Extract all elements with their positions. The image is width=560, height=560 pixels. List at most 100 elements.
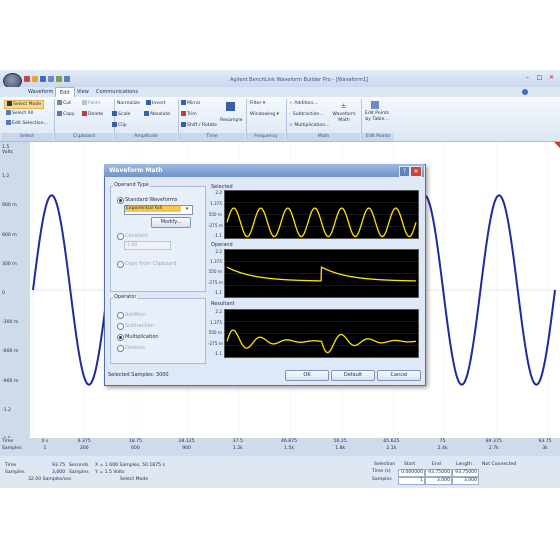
- group-label-math: Math: [287, 133, 360, 141]
- edit-points-button[interactable]: Edit Points by Table...: [363, 111, 391, 123]
- operand-tick-4: -1.1: [213, 290, 222, 295]
- x-sample-tick-label: 600: [131, 446, 140, 451]
- cancel-button[interactable]: Cancel: [377, 370, 421, 381]
- dialog-help-icon[interactable]: ?: [399, 166, 410, 177]
- x-time-tick-label: 28.125: [178, 439, 195, 444]
- multiplication-radio[interactable]: [117, 334, 124, 341]
- constant-input[interactable]: 1.00: [124, 241, 171, 250]
- status-samples-value: 3,000: [52, 470, 66, 475]
- x-time-tick-label: 37.5: [232, 439, 243, 444]
- mirror-icon: [181, 100, 186, 105]
- filter-button[interactable]: Filter ▾: [250, 100, 265, 107]
- absolute-button[interactable]: Absolute: [144, 111, 170, 118]
- cut-button[interactable]: Cut: [57, 100, 71, 107]
- edit-selection-button[interactable]: Edit Selection...: [6, 120, 48, 127]
- selection-time-start[interactable]: 0.000000: [398, 469, 425, 477]
- clip-icon: [112, 122, 117, 127]
- edit-points-icon[interactable]: [371, 101, 379, 109]
- scale-button[interactable]: Scale: [112, 111, 130, 118]
- normalize-button[interactable]: Normalize: [117, 100, 140, 107]
- selected-tick-2: 550 m: [208, 212, 222, 217]
- delete-button[interactable]: Delete: [82, 111, 103, 118]
- minimize-icon[interactable]: –: [522, 74, 533, 82]
- copy-button[interactable]: Copy: [57, 111, 75, 118]
- help-icon[interactable]: [522, 89, 528, 95]
- selection-samples-end[interactable]: 3,000: [425, 477, 452, 485]
- tab-communications[interactable]: Communications: [92, 87, 142, 97]
- paste-button[interactable]: Paste: [82, 100, 100, 107]
- standard-waveform-value: Exponential Fall: [125, 206, 181, 212]
- trim-button[interactable]: Trim: [181, 111, 197, 118]
- modify-button[interactable]: Modify...: [151, 217, 191, 228]
- selection-header-start: Start: [404, 462, 416, 467]
- addition-label: Addition: [125, 312, 146, 318]
- x-sample-tick-label: 900: [182, 446, 191, 451]
- constant-radio[interactable]: [117, 233, 124, 240]
- window-title: Agilent BenchLink Waveform Builder Pro -…: [230, 77, 369, 83]
- maximize-icon[interactable]: □: [534, 74, 545, 82]
- mirror-button[interactable]: Mirror: [181, 100, 201, 107]
- group-label-select: Select: [1, 133, 53, 141]
- addition-button[interactable]: + Addition...: [289, 100, 318, 107]
- open-icon[interactable]: [32, 76, 38, 82]
- selection-samples-length[interactable]: 3,000: [452, 477, 479, 485]
- x-time-tick-label: 84.375: [485, 439, 502, 444]
- default-button[interactable]: Default: [331, 370, 375, 381]
- resample-button[interactable]: Resample: [220, 117, 243, 124]
- copy-from-clipboard-radio[interactable]: [117, 261, 124, 268]
- selected-samples-text: Selected Samples: 3000: [108, 372, 169, 378]
- save-icon[interactable]: [40, 76, 46, 82]
- y-tick-label: -300 m: [2, 320, 19, 326]
- tab-view[interactable]: View: [73, 87, 93, 97]
- select-all-button[interactable]: Select All: [6, 110, 33, 117]
- group-label-clipboard: Clipboard: [55, 133, 113, 141]
- absolute-icon: [144, 111, 149, 116]
- resultant-preview-plot: [224, 309, 419, 358]
- select-all-icon: [6, 110, 11, 115]
- tab-waveform[interactable]: Waveform: [24, 87, 57, 97]
- division-radio[interactable]: [117, 345, 124, 352]
- selection-time-end[interactable]: 93.75000: [425, 469, 452, 477]
- subtraction-button[interactable]: – Subtraction...: [289, 111, 324, 118]
- scale-icon: [112, 111, 117, 116]
- addition-radio[interactable]: [117, 312, 124, 319]
- dialog-close-icon[interactable]: ✕: [410, 166, 422, 177]
- standard-waveforms-radio[interactable]: [117, 197, 124, 204]
- x-time-tick-label: 9.375: [77, 439, 91, 444]
- resultant-tick-3: -275 m: [208, 341, 223, 346]
- shift-rotate-button[interactable]: Shift / Rotate: [181, 122, 217, 129]
- status-sample-rate: 32.00 Samples/sec: [28, 477, 72, 482]
- close-icon[interactable]: ✕: [546, 74, 557, 82]
- windowing-button[interactable]: Windowing ▾: [250, 111, 279, 118]
- selection-samples-start[interactable]: 1: [398, 477, 425, 485]
- select-mode-button[interactable]: Select Mode: [4, 100, 45, 109]
- resultant-tick-0: 2.2: [215, 309, 222, 314]
- waveform-math-button[interactable]: Waveform Math: [330, 112, 358, 124]
- clip-button[interactable]: Clip: [112, 122, 127, 129]
- chevron-down-icon[interactable]: ▾: [183, 206, 191, 213]
- redo-icon[interactable]: [64, 76, 70, 82]
- resultant-tick-1: 1.375: [210, 320, 222, 325]
- print-icon[interactable]: [48, 76, 54, 82]
- subtraction-radio[interactable]: [117, 323, 124, 330]
- selected-tick-1: 1.375: [210, 201, 222, 206]
- y-tick-label: 900 m: [2, 203, 17, 209]
- x-axis-samples-label: Samples: [2, 446, 22, 451]
- undo-icon[interactable]: [56, 76, 62, 82]
- waveform-math-icon[interactable]: ±: [339, 102, 348, 110]
- status-time-value: 93.75: [52, 463, 66, 468]
- selection-time-length[interactable]: 93.75000: [452, 469, 479, 477]
- ok-button[interactable]: OK: [285, 370, 329, 381]
- x-sample-tick-label: 1.8k: [335, 446, 346, 451]
- y-tick-label: 600 m: [2, 232, 17, 238]
- new-icon[interactable]: [24, 76, 30, 82]
- shift-icon: [181, 122, 186, 127]
- invert-button[interactable]: Invert: [146, 100, 166, 107]
- operand-tick-1: 1.375: [210, 259, 222, 264]
- y-tick-label: 1.5: [2, 145, 10, 150]
- x-time-tick-label: 46.875: [280, 439, 298, 444]
- multiplication-button[interactable]: × Multiplication...: [289, 122, 330, 129]
- resample-icon[interactable]: [226, 102, 235, 111]
- selection-time-label: Time (s): [372, 469, 391, 474]
- status-cursor-y: Y = 1.5 Volts: [95, 470, 125, 475]
